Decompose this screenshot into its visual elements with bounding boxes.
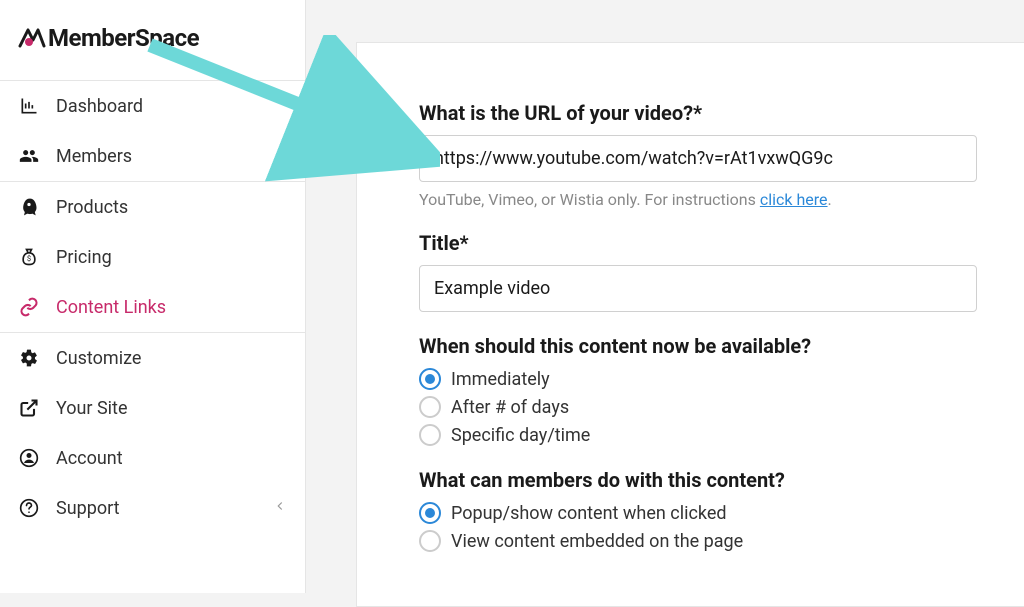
sidebar: MemberSpace Dashboard Members Products $ [0, 0, 306, 593]
radio-immediately[interactable]: Immediately [419, 368, 1024, 390]
users-icon [18, 145, 40, 167]
form-panel: What is the URL of your video?* YouTube,… [356, 42, 1024, 607]
sidebar-item-your-site[interactable]: Your Site [0, 383, 305, 433]
sidebar-item-label: Your Site [56, 398, 128, 419]
sidebar-item-dashboard[interactable]: Dashboard [0, 81, 305, 131]
radio-icon [419, 502, 441, 524]
sidebar-item-label: Products [56, 197, 128, 218]
chevron-left-icon [273, 499, 287, 517]
rocket-icon [18, 196, 40, 218]
gear-icon [18, 347, 40, 369]
sidebar-item-support[interactable]: Support [0, 483, 305, 533]
sidebar-item-products[interactable]: Products [0, 182, 305, 232]
radio-icon [419, 424, 441, 446]
main-content: What is the URL of your video?* YouTube,… [306, 0, 1024, 593]
helper-post: . [828, 190, 832, 209]
availability-radio-group: Immediately After # of days Specific day… [419, 368, 1024, 446]
help-icon [18, 497, 40, 519]
radio-popup[interactable]: Popup/show content when clicked [419, 502, 1024, 524]
sidebar-item-label: Account [56, 448, 123, 469]
brand-logo: MemberSpace [0, 0, 305, 80]
chart-icon [18, 95, 40, 117]
person-icon [18, 447, 40, 469]
nav-group-3: Customize Your Site Account Support [0, 332, 305, 533]
title-input[interactable] [419, 265, 977, 312]
sidebar-item-pricing[interactable]: $ Pricing [0, 232, 305, 282]
url-field-label: What is the URL of your video?* [419, 101, 1024, 125]
sidebar-item-members[interactable]: Members [0, 131, 305, 181]
brand-name: MemberSpace [48, 24, 199, 52]
sidebar-item-label: Members [56, 146, 132, 167]
radio-icon [419, 530, 441, 552]
sidebar-item-label: Content Links [56, 297, 166, 318]
radio-icon [419, 368, 441, 390]
url-field-group: What is the URL of your video?* YouTube,… [419, 101, 1024, 209]
availability-group: When should this content now be availabl… [419, 334, 1024, 446]
radio-label: Specific day/time [451, 425, 590, 446]
sidebar-item-label: Support [56, 498, 120, 519]
nav-group-1: Dashboard Members [0, 80, 305, 181]
sidebar-item-label: Customize [56, 348, 141, 369]
radio-after-days[interactable]: After # of days [419, 396, 1024, 418]
sidebar-item-content-links[interactable]: Content Links [0, 282, 305, 332]
external-icon [18, 397, 40, 419]
availability-label: When should this content now be availabl… [419, 334, 1024, 358]
title-field-group: Title* [419, 231, 1024, 312]
radio-label: Immediately [451, 369, 550, 390]
logo-icon [18, 26, 46, 50]
radio-icon [419, 396, 441, 418]
svg-text:$: $ [27, 254, 31, 263]
title-field-label: Title* [419, 231, 1024, 255]
radio-embedded[interactable]: View content embedded on the page [419, 530, 1024, 552]
sidebar-item-label: Pricing [56, 247, 112, 268]
link-icon [18, 296, 40, 318]
url-helper-text: YouTube, Vimeo, or Wistia only. For inst… [419, 190, 1024, 209]
instructions-link[interactable]: click here [760, 190, 828, 209]
nav-group-2: Products $ Pricing Content Links [0, 181, 305, 332]
sidebar-item-customize[interactable]: Customize [0, 333, 305, 383]
helper-pre: YouTube, Vimeo, or Wistia only. For inst… [419, 190, 760, 209]
radio-label: After # of days [451, 397, 569, 418]
radio-label: Popup/show content when clicked [451, 503, 727, 524]
sidebar-item-label: Dashboard [56, 96, 143, 117]
access-group: What can members do with this content? P… [419, 468, 1024, 552]
radio-specific-time[interactable]: Specific day/time [419, 424, 1024, 446]
sidebar-item-account[interactable]: Account [0, 433, 305, 483]
access-radio-group: Popup/show content when clicked View con… [419, 502, 1024, 552]
url-input[interactable] [419, 135, 977, 182]
access-label: What can members do with this content? [419, 468, 1024, 492]
moneybag-icon: $ [18, 246, 40, 268]
radio-label: View content embedded on the page [451, 531, 743, 552]
